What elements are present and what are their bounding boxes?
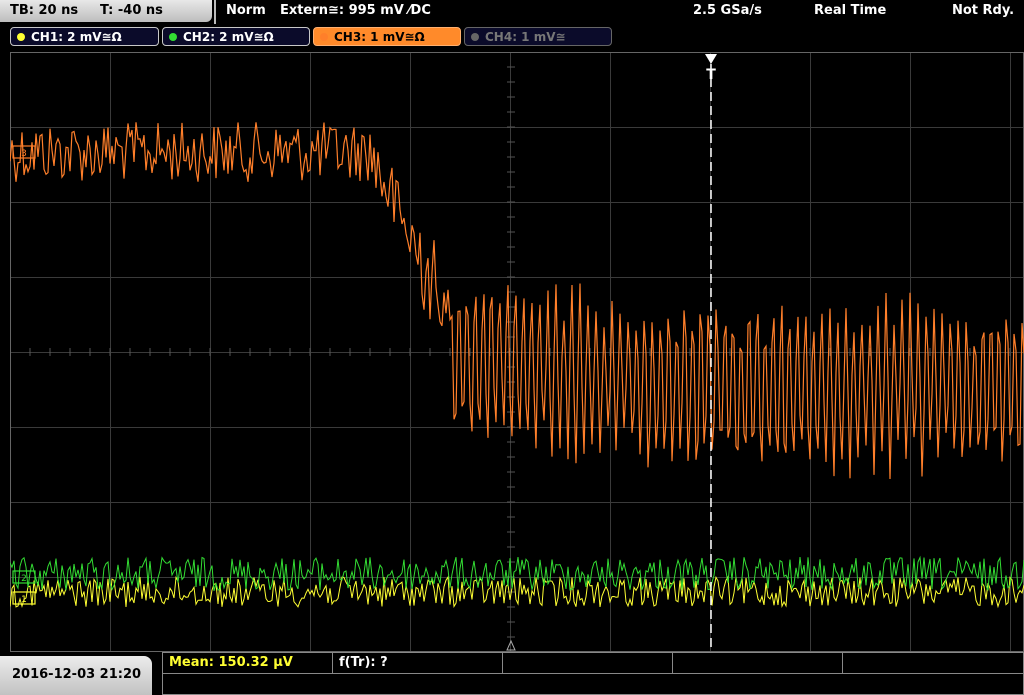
ch3-waveform bbox=[10, 122, 1024, 480]
channel-tab-ch4[interactable]: CH4: 1 mV≅ bbox=[464, 27, 612, 46]
channel-label: CH1: 2 mV≅Ω bbox=[31, 30, 122, 44]
status-label: Not Rdy. bbox=[952, 3, 1015, 18]
trigger-source-label[interactable]: Extern≅: 995 mV ⁄DC bbox=[280, 3, 431, 18]
channel-label: CH2: 2 mV≅Ω bbox=[183, 30, 274, 44]
ch1-dot-icon bbox=[17, 33, 25, 41]
measurement-rise-frequency[interactable]: f(Tr): ? bbox=[333, 653, 503, 673]
trigger-marker-label: T bbox=[706, 67, 716, 83]
measurement-empty[interactable] bbox=[503, 653, 673, 673]
ch2-waveform bbox=[10, 555, 1024, 592]
trigger-marker-icon[interactable] bbox=[705, 54, 717, 64]
waveform-traces bbox=[10, 122, 1024, 609]
svg-text:2: 2 bbox=[21, 574, 27, 584]
ch2-dot-icon bbox=[169, 33, 177, 41]
trigger-time-label[interactable]: T: -40 ns bbox=[100, 0, 163, 22]
waveform-display[interactable]: T 3 2 1 bbox=[10, 52, 1024, 652]
svg-text:3: 3 bbox=[21, 149, 27, 159]
channel-label: CH3: 1 mV≅Ω bbox=[334, 30, 425, 44]
measurement-panel[interactable]: Mean: 150.32 µV f(Tr): ? bbox=[162, 652, 1024, 695]
channel-label: CH4: 1 mV≅ bbox=[485, 30, 566, 44]
separator bbox=[214, 0, 216, 24]
acquisition-label[interactable]: Real Time bbox=[814, 3, 886, 18]
channel-tabs: CH1: 2 mV≅Ω CH2: 2 mV≅Ω CH3: 1 mV≅Ω CH4:… bbox=[0, 27, 1024, 49]
ch4-dot-icon bbox=[471, 33, 479, 41]
channel-tab-ch2[interactable]: CH2: 2 mV≅Ω bbox=[162, 27, 310, 46]
top-status-bar: TB: 20 ns T: -40 ns Norm Extern≅: 995 mV… bbox=[0, 0, 1024, 24]
datetime-box[interactable]: 2016-12-03 21:20 bbox=[0, 656, 152, 695]
acq-mode-label[interactable]: Norm bbox=[226, 3, 266, 18]
sample-rate-label[interactable]: 2.5 GSa/s bbox=[693, 3, 762, 18]
ch1-waveform bbox=[10, 575, 1024, 609]
measurement-empty[interactable] bbox=[843, 653, 1023, 673]
channel-tab-ch3[interactable]: CH3: 1 mV≅Ω bbox=[313, 27, 461, 46]
timebase-box[interactable]: TB: 20 ns T: -40 ns bbox=[0, 0, 212, 22]
measurement-empty[interactable] bbox=[673, 653, 843, 673]
measurement-divider bbox=[163, 673, 1023, 674]
datetime-label: 2016-12-03 21:20 bbox=[12, 667, 142, 682]
measurement-mean[interactable]: Mean: 150.32 µV bbox=[163, 653, 333, 673]
svg-text:1: 1 bbox=[21, 595, 27, 605]
ch3-dot-icon bbox=[320, 33, 328, 41]
timebase-label[interactable]: TB: 20 ns bbox=[10, 0, 78, 22]
channel-tab-ch1[interactable]: CH1: 2 mV≅Ω bbox=[10, 27, 159, 46]
bottom-bar: 2016-12-03 21:20 Mean: 150.32 µV f(Tr): … bbox=[0, 652, 1024, 695]
